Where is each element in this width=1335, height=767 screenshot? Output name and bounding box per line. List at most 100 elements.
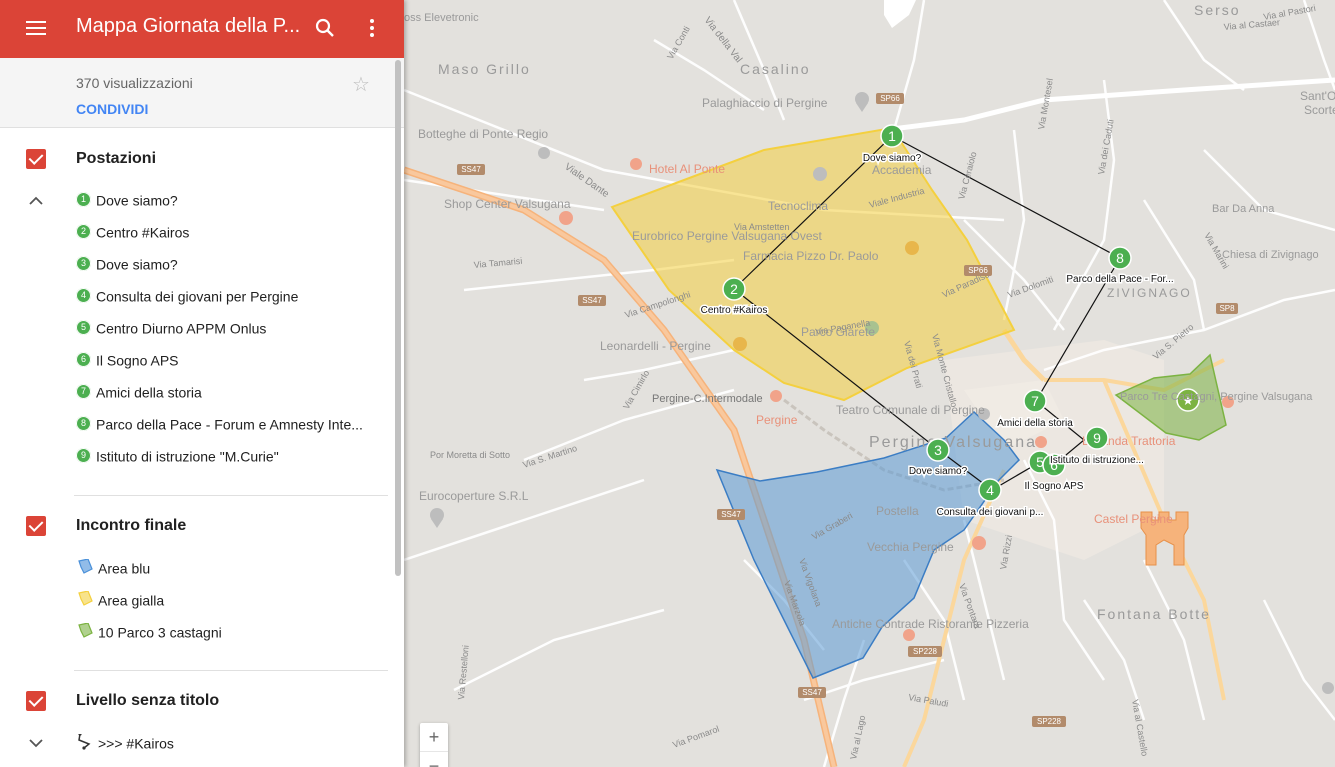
more-options-icon[interactable] xyxy=(362,16,382,40)
chevron-down-icon[interactable] xyxy=(28,735,44,751)
list-item-postazione[interactable]: 3 Dove siamo? xyxy=(76,255,376,277)
marker-number-icon: 4 xyxy=(76,287,91,303)
place-casalino: Casalino xyxy=(740,61,810,77)
poi-eleve: oss Elevetronic xyxy=(404,12,479,24)
place-maso-grillo: Maso Grillo xyxy=(438,61,531,77)
marker-label: Dove siamo? xyxy=(863,153,922,164)
marker-label: Dove siamo? xyxy=(909,466,968,477)
poi-botteghe: Botteghe di Ponte Regio xyxy=(418,127,548,141)
poi-chiesa: Chiesa di Zivignago xyxy=(1222,249,1319,261)
marker-label: Parco della Pace - For... xyxy=(1066,274,1173,285)
star-icon[interactable]: ☆ xyxy=(352,72,370,97)
road-shield: SS47 xyxy=(802,688,822,697)
place-zivignago: ZIVIGNAGO xyxy=(1107,286,1192,300)
zoom-out-button[interactable]: − xyxy=(420,751,448,767)
place-sant-o: Sant'O xyxy=(1300,89,1335,103)
marker-number-icon: 5 xyxy=(76,319,91,335)
marker-number-icon: 7 xyxy=(76,383,91,399)
route-icon xyxy=(78,734,91,750)
chevron-up-icon[interactable] xyxy=(28,193,44,209)
place-fontana-botte: Fontana Botte xyxy=(1097,606,1211,622)
poi-tecnoclima: Tecnoclima xyxy=(768,199,828,213)
list-item-area[interactable]: Area blu xyxy=(76,559,376,581)
list-item-postazione[interactable]: 6 Il Sogno APS xyxy=(76,351,376,373)
poi-accademia: Accademia xyxy=(872,163,932,177)
list-item-postazione[interactable]: 4 Consulta dei giovani per Pergine xyxy=(76,287,376,309)
poi-castel-pergine: Castel Pergine xyxy=(1094,512,1173,526)
map-info: 370 visualizzazioni CONDIVIDI ☆ xyxy=(0,58,404,128)
list-item-area[interactable]: 10 Parco 3 castagni xyxy=(76,623,376,645)
marker-number-icon: 3 xyxy=(76,255,91,271)
place-serso: Serso xyxy=(1194,2,1241,18)
map-title: Mappa Giornata della P... xyxy=(76,15,300,37)
marker-label: Il Sogno APS xyxy=(1025,481,1084,492)
marker-number-icon: 8 xyxy=(76,415,91,431)
marker-number: 4 xyxy=(986,482,994,498)
list-item-label: Consulta dei giovani per Pergine xyxy=(96,288,299,305)
list-item-route[interactable]: >>> #Kairos xyxy=(76,734,376,756)
menu-icon[interactable] xyxy=(24,17,48,41)
poi-intermodale: Pergine-C.Intermodale xyxy=(652,393,763,405)
map-canvas[interactable]: ★ Maso Grillo Casalino Serso ZIVIGNAGO F… xyxy=(404,0,1335,767)
road-shield: SP66 xyxy=(968,266,988,275)
marker-label: Istituto di istruzione... xyxy=(1050,455,1144,466)
layer-checkbox[interactable] xyxy=(26,691,46,711)
list-item-area[interactable]: Area gialla xyxy=(76,591,376,613)
polygon-icon xyxy=(78,559,93,575)
poi-antiche-contrade: Antiche Contrade Ristorante Pizzeria xyxy=(832,617,1029,631)
road-shield: SS47 xyxy=(461,165,481,174)
sidebar: Mappa Giornata della P... 370 visualizza… xyxy=(0,0,404,767)
road-shield: SP228 xyxy=(913,647,938,656)
poi-parco-tre-castagni: Parco Tre Castagni, Pergine Valsugana xyxy=(1120,391,1313,403)
sidebar-scrollbar[interactable] xyxy=(395,60,401,576)
poi-bar-da-anna: Bar Da Anna xyxy=(1212,203,1275,215)
layer-title: Livello senza titolo xyxy=(76,692,220,709)
layer-checkbox[interactable] xyxy=(26,516,46,536)
list-item-postazione[interactable]: 1 Dove siamo? xyxy=(76,191,376,213)
poi-leonardelli: Leonardelli - Pergine xyxy=(600,339,711,353)
list-item-label: Area blu xyxy=(98,560,151,577)
list-item-label: Il Sogno APS xyxy=(96,352,179,369)
zoom-control: + − xyxy=(420,723,448,767)
list-item-postazione[interactable]: 9 Istituto di istruzione "M.Curie" xyxy=(76,447,376,469)
marker-label: Centro #Kairos xyxy=(701,305,768,316)
place-scorte: Scorte xyxy=(1304,103,1335,117)
layer-checkbox[interactable] xyxy=(26,149,46,169)
list-item-label: Parco della Pace - Forum e Amnesty Inte.… xyxy=(96,416,363,433)
marker-label: Consulta dei giovani p... xyxy=(937,507,1044,518)
road-shield: SP8 xyxy=(1219,304,1235,313)
marker-number: 7 xyxy=(1031,393,1039,409)
marker-number-icon: 9 xyxy=(76,447,91,463)
marker-number-icon: 6 xyxy=(76,351,91,367)
poi-teatro: Teatro Comunale di Pergine xyxy=(836,403,985,417)
divider xyxy=(74,495,388,496)
poi-farmacia: Farmacia Pizzo Dr. Paolo xyxy=(743,249,879,263)
views-count: 370 visualizzazioni xyxy=(76,75,193,91)
street-label: Via Amstetten xyxy=(734,222,789,232)
poi-postella: Postella xyxy=(876,504,919,518)
poi-hotel: Hotel Al Ponte xyxy=(649,162,725,176)
road-shield: SP66 xyxy=(880,94,900,103)
list-item-postazione[interactable]: 8 Parco della Pace - Forum e Amnesty Inte… xyxy=(76,415,376,437)
share-button[interactable]: CONDIVIDI xyxy=(76,101,148,117)
poi-palaghiaccio: Palaghiaccio di Pergine xyxy=(702,96,828,110)
list-item-postazione[interactable]: 7 Amici della storia xyxy=(76,383,376,405)
search-icon[interactable] xyxy=(313,16,337,40)
polygon-icon xyxy=(78,591,93,607)
layer-incontro-finale: Incontro finale xyxy=(0,513,390,545)
list-item-label: Dove siamo? xyxy=(96,256,178,273)
list-item-postazione[interactable]: 5 Centro Diurno APPM Onlus xyxy=(76,319,376,341)
marker-number: 2 xyxy=(730,281,738,297)
list-item-label: Amici della storia xyxy=(96,384,202,401)
list-item-postazione[interactable]: 2 Centro #Kairos xyxy=(76,223,376,245)
poi-vecchia-pergine: Vecchia Pergine xyxy=(867,540,954,554)
layer-postazioni: Postazioni xyxy=(0,146,390,178)
road-shield: SS47 xyxy=(721,510,741,519)
place-pergine: Pergine Valsugana xyxy=(869,434,1037,451)
road-shield: SS47 xyxy=(582,296,602,305)
top-bar: Mappa Giornata della P... xyxy=(0,0,404,58)
poi-station: Pergine xyxy=(756,413,798,427)
zoom-in-button[interactable]: + xyxy=(420,723,448,751)
map-svg: ★ Maso Grillo Casalino Serso ZIVIGNAGO F… xyxy=(404,0,1335,767)
marker-number-icon: 2 xyxy=(76,223,91,239)
